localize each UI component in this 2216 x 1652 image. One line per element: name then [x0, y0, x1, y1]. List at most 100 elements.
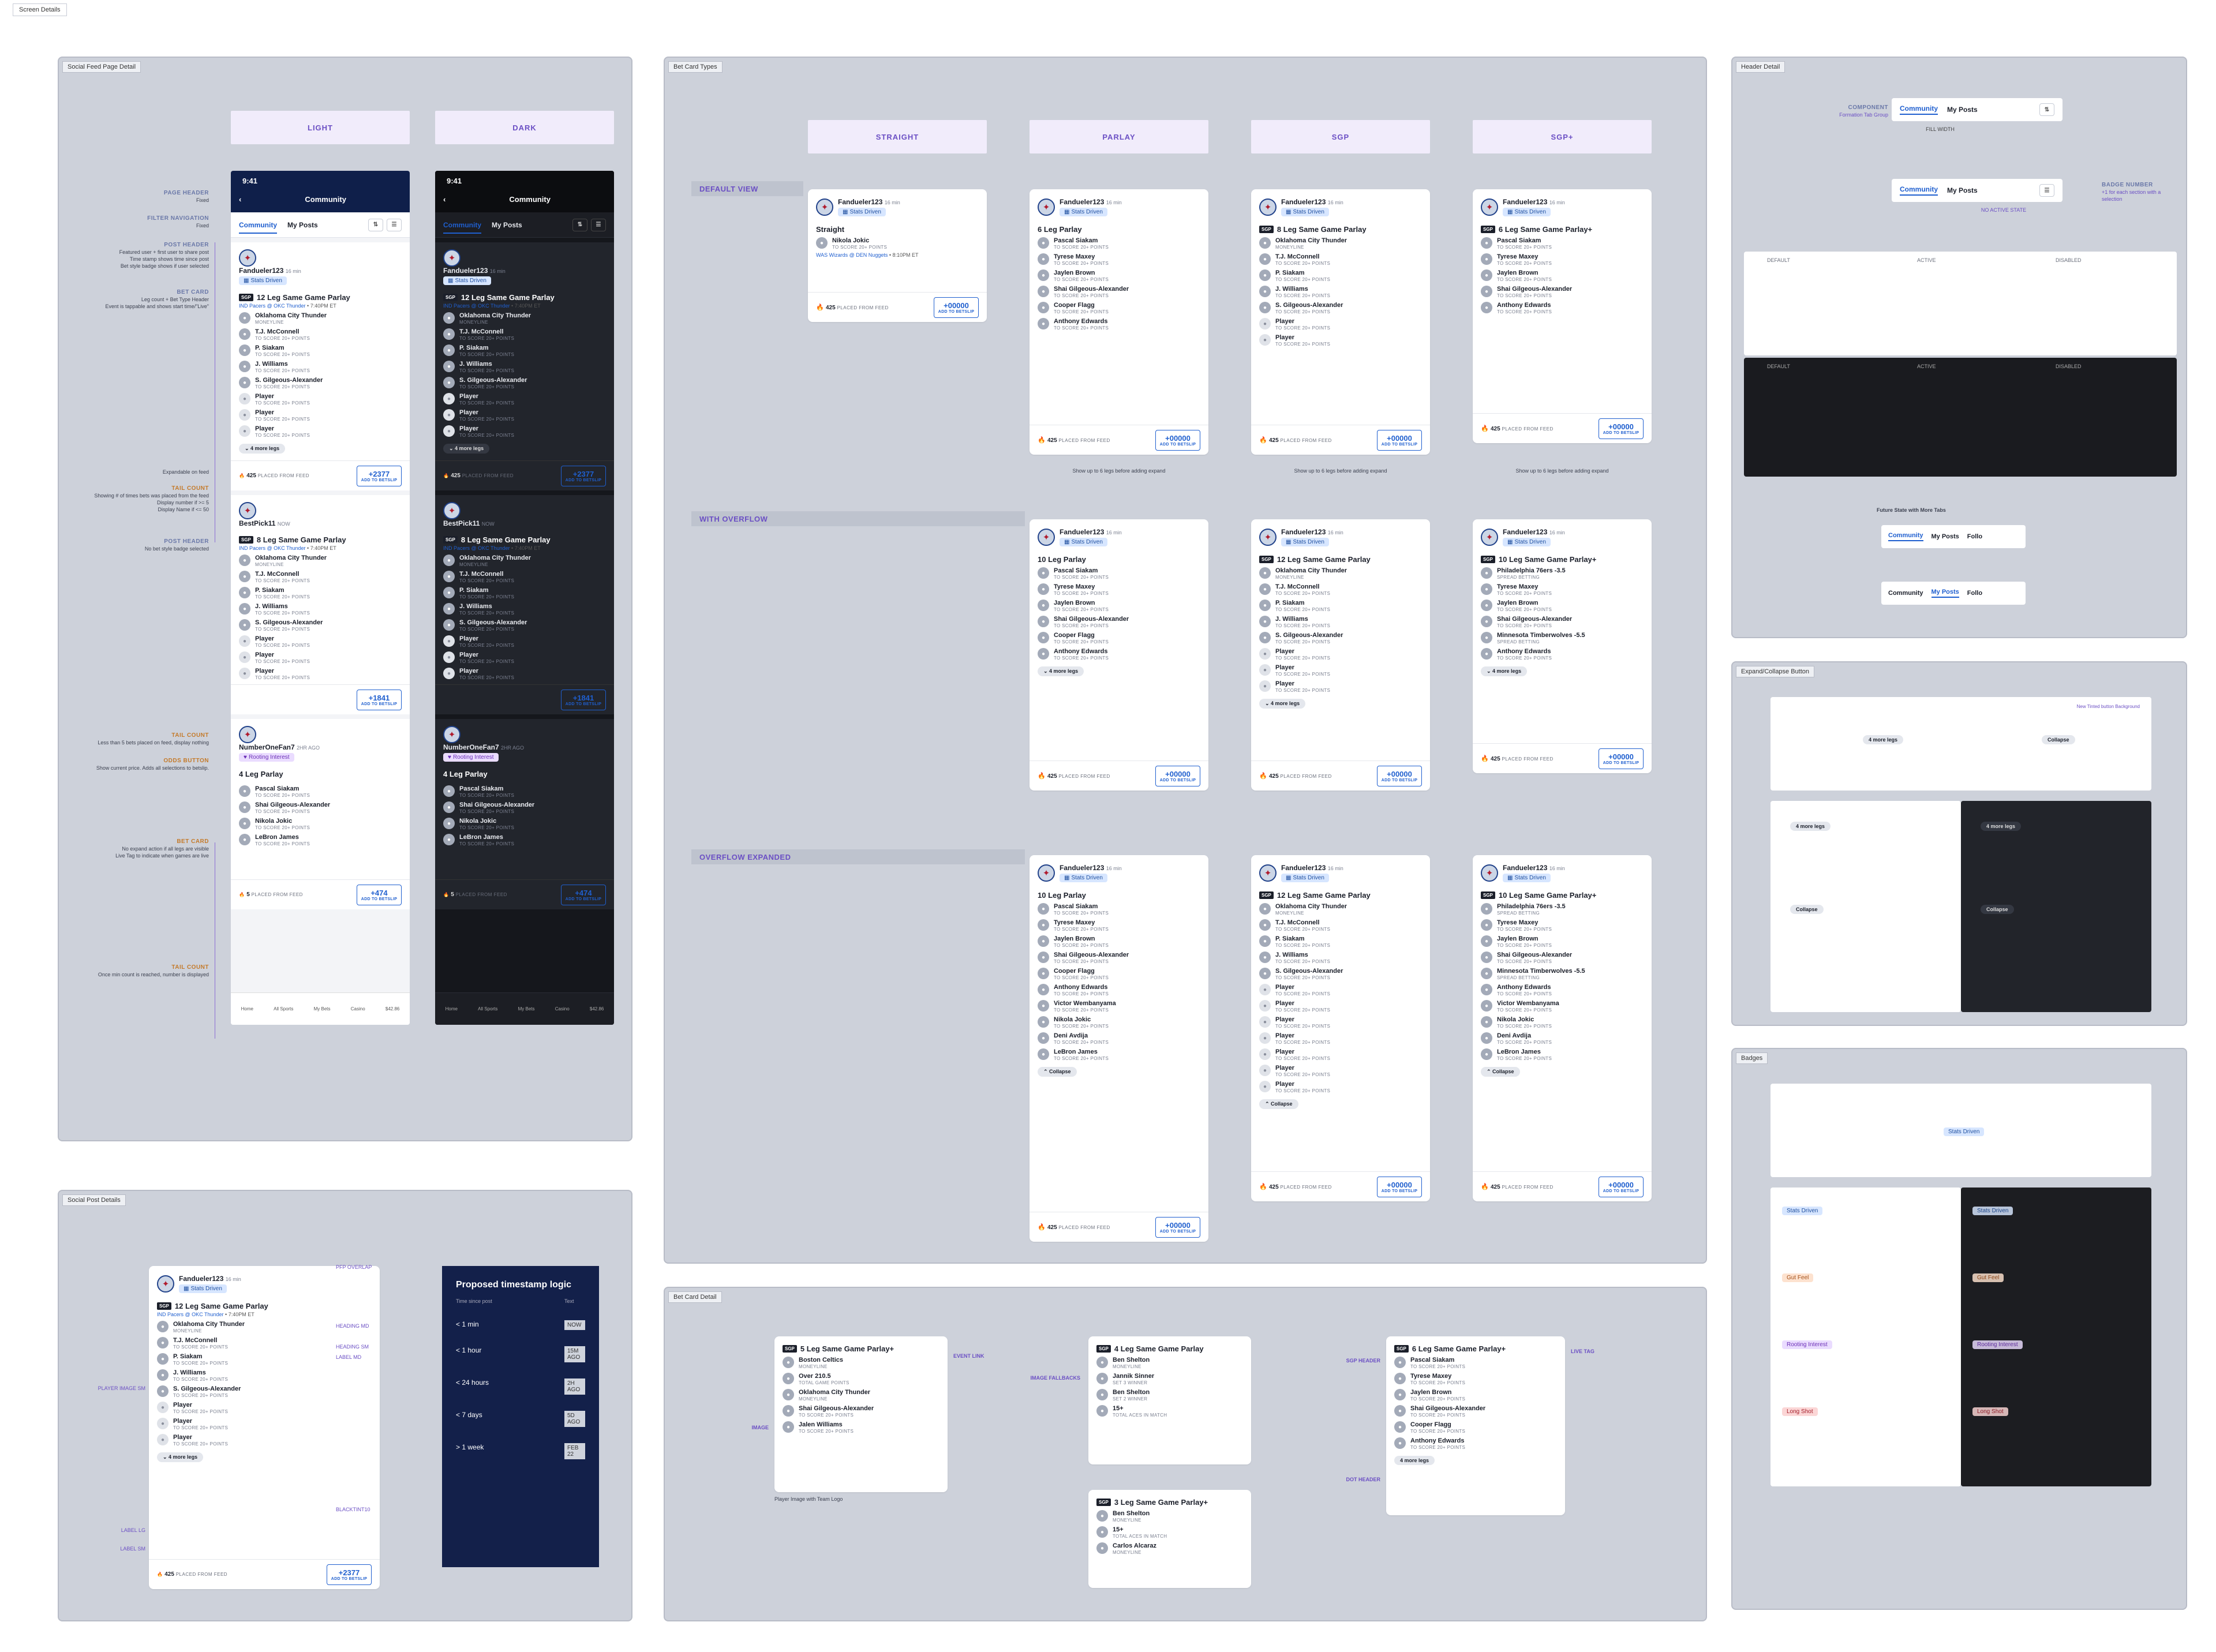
username[interactable]: Fandueler123 [1060, 528, 1104, 536]
username[interactable]: Fandueler123 [1060, 864, 1104, 872]
username[interactable]: Fandueler123 [1281, 528, 1326, 536]
username[interactable]: Fandueler123 [1281, 864, 1326, 872]
more-legs-button[interactable]: ⌄ 4 more legs [1259, 699, 1306, 709]
username[interactable]: Fandueler123 [1060, 198, 1104, 206]
more-legs-button[interactable]: 4 more legs [1790, 822, 1831, 831]
odds-button[interactable]: +00000 ADD TO BETSLIP [934, 297, 979, 318]
odds-button[interactable]: +1841 ADD TO BETSLIP [357, 689, 402, 710]
username[interactable]: NumberOneFan7 [239, 743, 295, 751]
avatar[interactable]: ✦ [1481, 198, 1498, 216]
more-legs-button[interactable]: 4 more legs [1981, 822, 2022, 831]
avatar[interactable]: ✦ [1481, 864, 1498, 882]
odds-button[interactable]: +2377 ADD TO BETSLIP [327, 1564, 372, 1585]
collapse-button[interactable]: Collapse [2042, 735, 2075, 744]
odds-button[interactable]: +2377 ADD TO BETSLIP [357, 465, 402, 486]
tab-community[interactable]: Community [443, 221, 481, 234]
sort-icon[interactable]: ⇅ [572, 218, 587, 231]
collapse-button[interactable]: Collapse [1981, 905, 2014, 914]
odds-button[interactable]: +00000 ADD TO BETSLIP [1155, 429, 1200, 451]
odds-button[interactable]: +474 ADD TO BETSLIP [357, 884, 402, 905]
back-icon[interactable]: ‹ [443, 195, 446, 204]
nav-home[interactable]: Home [241, 1006, 253, 1012]
username[interactable]: Fandueler123 [1503, 864, 1547, 872]
filter-icon[interactable]: ☰ [2039, 184, 2054, 197]
event-link[interactable]: IND Pacers @ OKC Thunder • 7:40PM ET [443, 303, 606, 309]
avatar[interactable]: ✦ [1038, 529, 1055, 546]
nav-all-sports[interactable]: All Sports [478, 1006, 497, 1012]
tab-my-posts[interactable]: My Posts [492, 221, 522, 229]
collapse-button[interactable]: ⌃ Collapse [1481, 1067, 1520, 1077]
nav-all-sports[interactable]: All Sports [274, 1006, 293, 1012]
avatar[interactable]: ✦ [1038, 864, 1055, 882]
more-legs-button[interactable]: ⌄ 4 more legs [239, 444, 286, 454]
event-link[interactable]: IND Pacers @ OKC Thunder • 7:40PM ET [239, 303, 402, 309]
nav-account[interactable]: $42.86 [385, 1006, 399, 1012]
tab-community[interactable]: Community [1900, 185, 1938, 196]
nav-casino[interactable]: Casino [555, 1006, 570, 1012]
back-icon[interactable]: ‹ [239, 195, 241, 204]
odds-button[interactable]: +00000 ADD TO BETSLIP [1599, 1176, 1644, 1197]
collapse-button[interactable]: ⌃ Collapse [1038, 1067, 1077, 1077]
sort-icon[interactable]: ⇅ [368, 218, 383, 231]
avatar[interactable]: ✦ [1481, 529, 1498, 546]
nav-my-bets[interactable]: My Bets [518, 1006, 535, 1012]
tab-follo[interactable]: Follo [1967, 533, 1982, 540]
tab-community[interactable]: Community [1888, 532, 1923, 541]
odds-button[interactable]: +00000 ADD TO BETSLIP [1377, 1176, 1422, 1197]
username[interactable]: Fandueler123 [1503, 198, 1547, 206]
username[interactable]: Fandueler123 [1281, 198, 1326, 206]
tab-my-posts[interactable]: My Posts [1931, 589, 1959, 598]
tab-my-posts[interactable]: My Posts [1947, 186, 1978, 194]
event-link[interactable]: WAS Wizards @ DEN Nuggets • 8:10PM ET [816, 252, 979, 258]
username[interactable]: Fandueler123 [838, 198, 882, 206]
nav-home[interactable]: Home [446, 1006, 458, 1012]
more-legs-button[interactable]: ⌄ 4 more legs [1481, 666, 1528, 676]
avatar[interactable]: ✦ [1038, 198, 1055, 216]
avatar[interactable]: ✦ [443, 726, 461, 743]
tab-follo[interactable]: Follo [1967, 590, 1982, 597]
odds-button[interactable]: +474 ADD TO BETSLIP [561, 884, 606, 905]
nav-my-bets[interactable]: My Bets [314, 1006, 331, 1012]
username[interactable]: NumberOneFan7 [443, 743, 499, 751]
more-legs-button[interactable]: 4 more legs [1863, 735, 1904, 744]
username[interactable]: Fandueler123 [239, 267, 283, 275]
tab-community[interactable]: Community [1888, 590, 1923, 597]
odds-button[interactable]: +00000 ADD TO BETSLIP [1377, 429, 1422, 451]
collapse-button[interactable]: ⌃ Collapse [1259, 1099, 1298, 1109]
odds-button[interactable]: +00000 ADD TO BETSLIP [1599, 418, 1644, 439]
more-legs-button[interactable]: ⌄ 4 more legs [443, 444, 490, 454]
username[interactable]: BestPick11 [239, 519, 275, 527]
avatar[interactable]: ✦ [816, 198, 833, 216]
avatar[interactable]: ✦ [239, 502, 256, 519]
event-link[interactable]: IND Pacers @ OKC Thunder • 7:40PM ET [239, 545, 402, 551]
filter-icon[interactable]: ☰ [591, 218, 606, 231]
event-link[interactable]: IND Pacers @ OKC Thunder • 7:40PM ET [157, 1312, 372, 1317]
tab-my-posts[interactable]: My Posts [287, 221, 318, 229]
avatar[interactable]: ✦ [1259, 198, 1277, 216]
odds-button[interactable]: +00000 ADD TO BETSLIP [1155, 765, 1200, 786]
tab-my-posts[interactable]: My Posts [1931, 533, 1959, 540]
avatar[interactable]: ✦ [239, 249, 256, 267]
odds-button[interactable]: +00000 ADD TO BETSLIP [1155, 1216, 1200, 1238]
username[interactable]: Fandueler123 [443, 267, 488, 275]
odds-button[interactable]: +1841 ADD TO BETSLIP [561, 689, 606, 710]
username[interactable]: Fandueler123 [179, 1275, 223, 1283]
odds-button[interactable]: +2377 ADD TO BETSLIP [561, 465, 606, 486]
avatar[interactable]: ✦ [157, 1275, 174, 1293]
avatar[interactable]: ✦ [1259, 529, 1277, 546]
odds-button[interactable]: +00000 ADD TO BETSLIP [1599, 748, 1644, 769]
tab-my-posts[interactable]: My Posts [1947, 106, 1978, 114]
nav-account[interactable]: $42.86 [590, 1006, 604, 1012]
avatar[interactable]: ✦ [443, 249, 461, 267]
avatar[interactable]: ✦ [239, 726, 256, 743]
tab-community[interactable]: Community [239, 221, 277, 234]
username[interactable]: Fandueler123 [1503, 528, 1547, 536]
sort-icon[interactable]: ⇅ [2039, 103, 2054, 116]
avatar[interactable]: ✦ [443, 502, 461, 519]
collapse-button[interactable]: Collapse [1790, 905, 1824, 914]
tab-community[interactable]: Community [1900, 104, 1938, 115]
event-link[interactable]: IND Pacers @ OKC Thunder • 7:40PM ET [443, 545, 606, 551]
more-legs-button[interactable]: ⌄ 4 more legs [1038, 666, 1084, 676]
more-legs-button[interactable]: 4 more legs [1394, 1456, 1435, 1465]
more-legs-button[interactable]: ⌄ 4 more legs [157, 1452, 204, 1462]
